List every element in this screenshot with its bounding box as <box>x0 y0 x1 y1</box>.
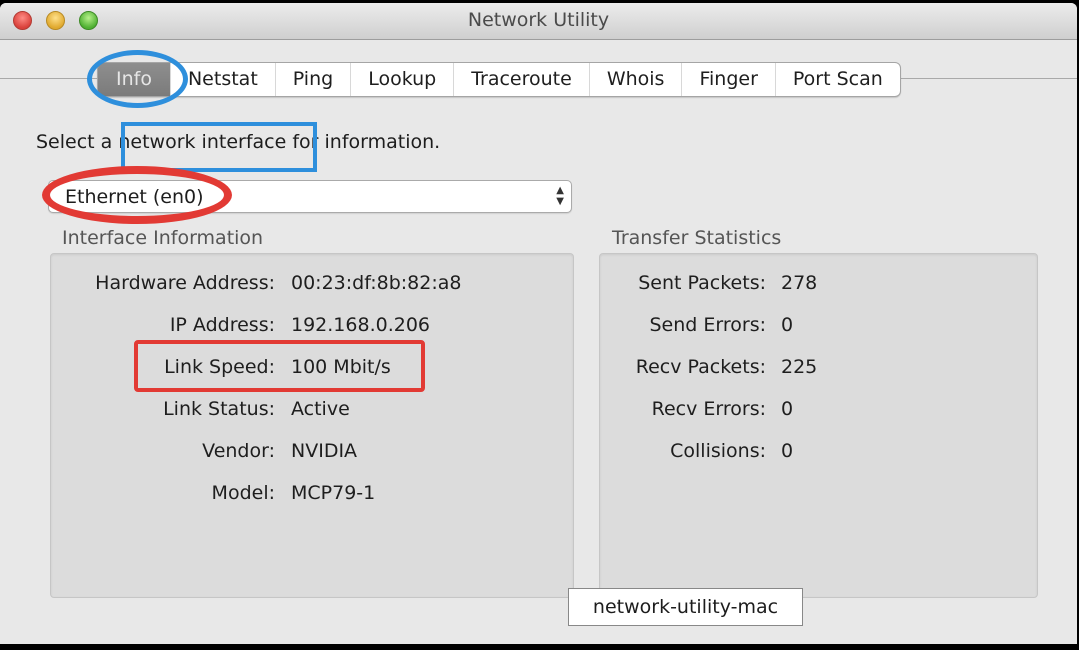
stats-label: Send Errors: <box>649 314 766 336</box>
info-tab-highlight-circle <box>87 50 188 108</box>
info-value: 192.168.0.206 <box>291 314 431 336</box>
up-down-arrows-icon: ▲ ▼ <box>556 185 564 207</box>
ethernet-highlight-circle <box>42 166 232 224</box>
info-value: Active <box>291 398 350 420</box>
info-label: Vendor: <box>202 440 275 462</box>
tab-bar: Info Netstat Ping Lookup Traceroute Whoi… <box>97 62 901 97</box>
stats-value: 0 <box>781 398 794 420</box>
transfer-stats-title: Transfer Statistics <box>612 227 782 249</box>
stats-label: Recv Errors: <box>651 398 766 420</box>
transfer-stats-panel: Sent Packets: 278 Send Errors: 0 Recv Pa… <box>599 253 1038 598</box>
title-bar[interactable]: Network Utility <box>0 3 1077 40</box>
stats-label: Recv Packets: <box>635 356 766 378</box>
interface-info-panel: Hardware Address: 00:23:df:8b:82:a8 IP A… <box>50 253 574 598</box>
info-value: 00:23:df:8b:82:a8 <box>291 272 462 294</box>
tab-whois[interactable]: Whois <box>590 63 683 96</box>
tab-finger[interactable]: Finger <box>682 63 776 96</box>
tab-traceroute[interactable]: Traceroute <box>454 63 590 96</box>
network-interface-highlight-box <box>121 122 317 172</box>
tab-port-scan[interactable]: Port Scan <box>776 63 900 96</box>
info-value: NVIDIA <box>291 440 358 462</box>
link-speed-highlight-box <box>134 340 425 392</box>
prompt-before: Select a <box>36 131 119 153</box>
stats-label: Sent Packets: <box>638 272 766 294</box>
info-label: Model: <box>211 482 275 504</box>
tab-ping[interactable]: Ping <box>276 63 352 96</box>
image-caption: network-utility-mac <box>568 588 803 626</box>
stats-value: 0 <box>781 440 794 462</box>
info-label: IP Address: <box>169 314 275 336</box>
stats-value: 225 <box>781 356 818 378</box>
interface-info-title: Interface Information <box>62 227 264 249</box>
stats-value: 0 <box>781 314 794 336</box>
window-title: Network Utility <box>467 9 610 31</box>
tab-lookup[interactable]: Lookup <box>351 63 455 96</box>
info-label: Link Status: <box>163 398 275 420</box>
stats-label: Collisions: <box>670 440 766 462</box>
info-value: MCP79-1 <box>291 482 376 504</box>
stats-value: 278 <box>781 272 818 294</box>
info-label: Hardware Address: <box>95 272 275 294</box>
